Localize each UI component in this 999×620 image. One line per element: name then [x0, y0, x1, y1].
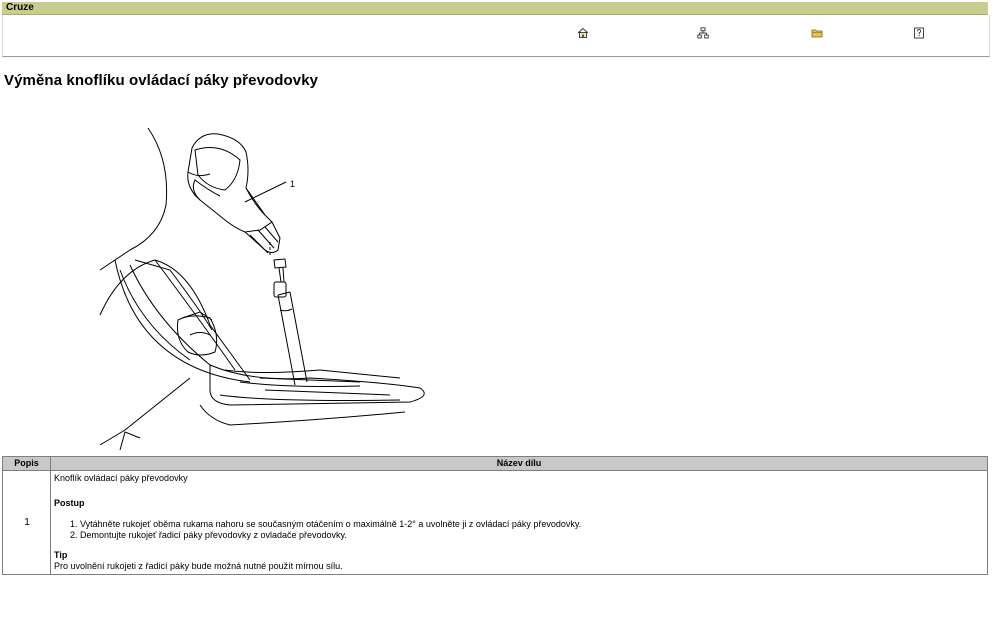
- figure-callout-1: 1: [290, 179, 295, 189]
- procedure-steps: Vytáhněte rukojeť oběma rukama nahoru se…: [54, 519, 985, 541]
- page-title: Výměna knoflíku ovládací páky převodovky: [4, 72, 319, 89]
- sitemap-icon[interactable]: [697, 27, 709, 39]
- parts-table: Popis Název dílu 1 Knoflík ovládací páky…: [2, 456, 988, 575]
- home-icon[interactable]: [577, 27, 589, 39]
- tip-text: Pro uvolnění rukojeti z řadicí páky bude…: [54, 561, 343, 571]
- title-bar: Cruze: [2, 2, 988, 15]
- procedure-step: Demontujte rukojeť řadicí páky převodovk…: [80, 530, 985, 541]
- column-header-nazev-dilu: Název dílu: [50, 456, 988, 471]
- navigation-bar: [2, 15, 990, 57]
- table-row: 1 Knoflík ovládací páky převodovky Postu…: [2, 470, 988, 575]
- procedure-heading: Postup: [54, 498, 85, 508]
- row-number: 1: [2, 470, 51, 575]
- folder-icon[interactable]: [811, 27, 823, 39]
- column-header-popis: Popis: [2, 456, 51, 471]
- tip-heading: Tip: [54, 550, 68, 560]
- app-name: Cruze: [6, 2, 34, 13]
- part-name: Knoflík ovládací páky převodovky: [54, 473, 188, 483]
- procedure-step: Vytáhněte rukojeť oběma rukama nahoru se…: [80, 519, 985, 530]
- row-description: Knoflík ovládací páky převodovky Postup …: [50, 470, 988, 575]
- help-icon[interactable]: [913, 27, 925, 39]
- gear-shift-knob-illustration: 1: [99, 127, 425, 450]
